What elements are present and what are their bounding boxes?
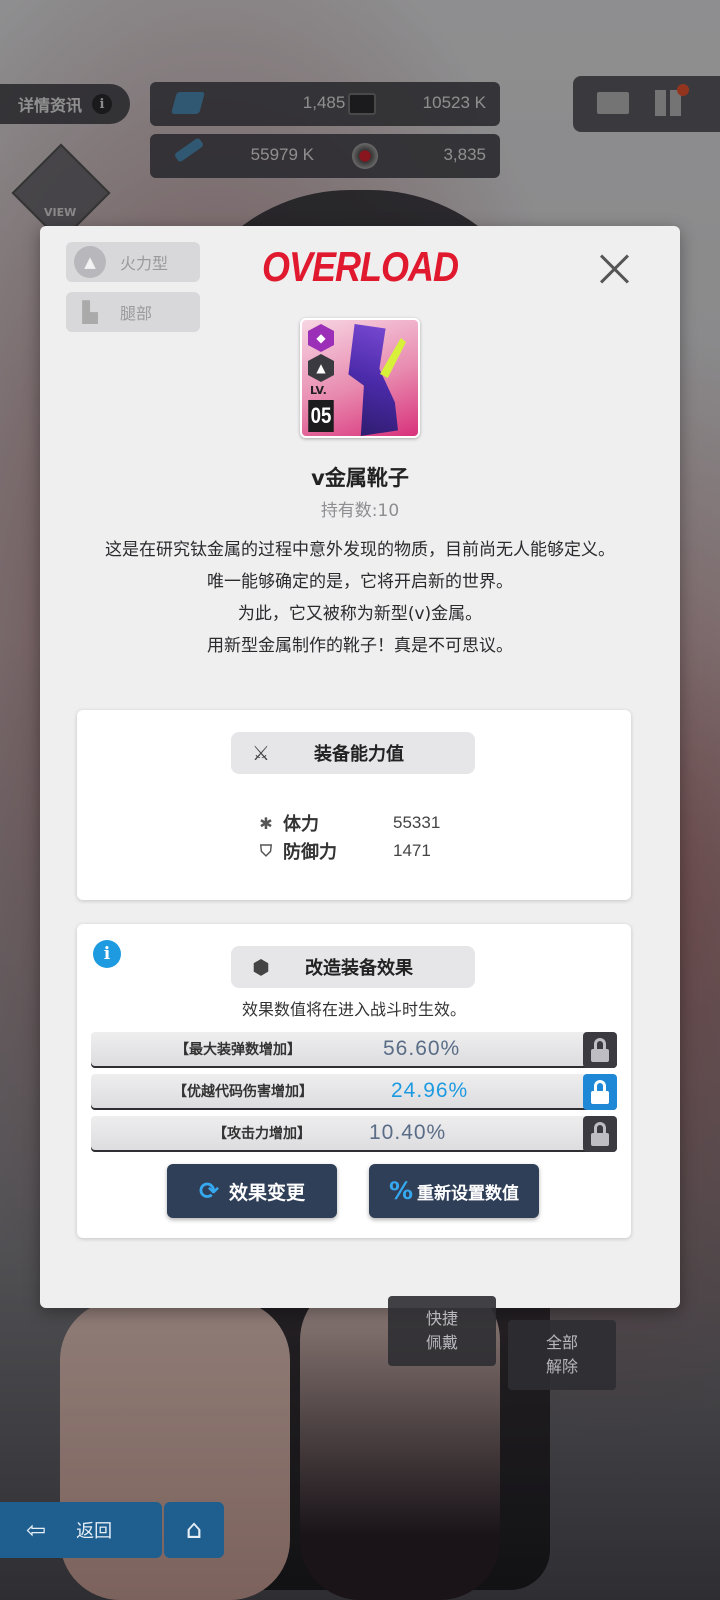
item-count: 持有数:10 (320, 501, 400, 521)
description-line: 为此，它又被称为新型(v)金属。 (237, 604, 483, 624)
home-button[interactable]: ⌂ (164, 1502, 224, 1558)
effect-row: 【最大装弹数增加】 56.60% (91, 1032, 617, 1068)
change-effect-button[interactable]: ⟳ 效果变更 (167, 1164, 337, 1218)
equipment-detail-modal: ▲ 火力型 ▙ 腿部 OVERLOAD ◆ ▲ LV. 05 v金属靴子 持有数… (40, 226, 680, 1308)
shield-icon: ⛉ (259, 841, 272, 860)
slot-tag: ▙ 腿部 (66, 292, 200, 332)
stat-label: 防御力 (283, 842, 337, 863)
close-button[interactable] (594, 248, 634, 288)
effect-name: 【优越代码伤害增加】 (173, 1084, 313, 1100)
description-line: 用新型金属制作的靴子！真是不可思议。 (207, 636, 513, 656)
reset-values-label: 重新设置数值 (417, 1183, 520, 1204)
slot-tag-label: 腿部 (120, 304, 153, 323)
stat-label: 体力 (283, 814, 319, 835)
effect-name: 【攻击力增加】 (213, 1126, 311, 1142)
effect-value: 24.96% (391, 1079, 469, 1102)
lock-toggle[interactable] (583, 1074, 617, 1110)
boot-image-accent (380, 338, 406, 378)
back-button[interactable]: ⇦ 返回 (0, 1502, 162, 1558)
exit-icon: ⇦ (26, 1516, 47, 1544)
info-icon[interactable]: i (93, 940, 121, 968)
change-effect-label: 效果变更 (229, 1181, 306, 1204)
cube-icon: ⬢ (252, 955, 270, 979)
effects-note: 效果数值将在进入战斗时生效。 (241, 1000, 466, 1019)
boot-image (348, 324, 398, 436)
unequip-all-line1: 全部 (545, 1333, 578, 1352)
description-line: 唯一能够确定的是，它将开启新的世界。 (207, 572, 513, 592)
unlock-icon (591, 1038, 609, 1062)
effect-value: 56.60% (383, 1037, 461, 1060)
stat-row-hp: ✱ 体力 55331 (255, 810, 455, 836)
effect-row: 【优越代码伤害增加】 24.96% (91, 1074, 617, 1110)
equipment-stats-panel: ⚔ 装备能力值 ✱ 体力 55331 ⛉ 防御力 1471 (77, 710, 631, 900)
item-card: ◆ ▲ LV. 05 (300, 318, 420, 438)
description-line: 这是在研究钛金属的过程中意外发现的物质，目前尚无人能够定义。 (105, 540, 615, 560)
stats-panel-title: 装备能力值 (314, 744, 404, 765)
percent-icon: % (388, 1177, 414, 1205)
stat-value: 55331 (393, 813, 441, 832)
unequip-all-button[interactable]: 全部 解除 (508, 1320, 616, 1390)
quick-equip-line1: 快捷 (425, 1309, 458, 1328)
unlock-icon (591, 1122, 609, 1146)
unequip-all-line2: 解除 (545, 1357, 578, 1376)
stat-row-defense: ⛉ 防御力 1471 (255, 838, 455, 864)
asterisk-icon: ✱ (259, 813, 273, 833)
reset-values-button[interactable]: % 重新设置数值 (369, 1164, 539, 1218)
stat-value: 1471 (393, 841, 431, 860)
effects-panel-header: ⬢ 改造装备效果 (231, 946, 475, 988)
item-name: v金属靴子 (311, 466, 409, 490)
overload-effects-panel: i ⬢ 改造装备效果 效果数值将在进入战斗时生效。 【最大装弹数增加】 56.6… (77, 924, 631, 1238)
level-value: 05 (308, 400, 334, 432)
overload-logo: OVERLOAD (261, 242, 459, 290)
effect-value: 10.40% (369, 1121, 447, 1144)
lock-toggle[interactable] (583, 1032, 617, 1068)
refresh-icon: ⟳ (198, 1177, 220, 1205)
back-label: 返回 (76, 1521, 113, 1542)
home-icon: ⌂ (185, 1515, 203, 1545)
crossed-swords-icon: ⚔ (252, 741, 270, 765)
effect-name: 【最大装弹数增加】 (175, 1042, 301, 1058)
lock-toggle[interactable] (583, 1116, 617, 1152)
level-label: LV. (310, 384, 327, 397)
quick-equip-line2: 佩戴 (425, 1333, 458, 1352)
manufacturer-icon: ◆ (308, 324, 334, 352)
lock-icon (591, 1080, 609, 1104)
stats-panel-header: ⚔ 装备能力值 (231, 732, 475, 774)
item-description: 这是在研究钛金属的过程中意外发现的物质，目前尚无人能够定义。 唯一能够确定的是，… (70, 534, 650, 662)
quick-equip-button[interactable]: 快捷 佩戴 (388, 1296, 496, 1366)
boot-icon: ▙ (82, 300, 98, 324)
class-icon: ▲ (308, 354, 334, 382)
effect-row: 【攻击力增加】 10.40% (91, 1116, 617, 1152)
effects-panel-title: 改造装备效果 (305, 958, 413, 979)
